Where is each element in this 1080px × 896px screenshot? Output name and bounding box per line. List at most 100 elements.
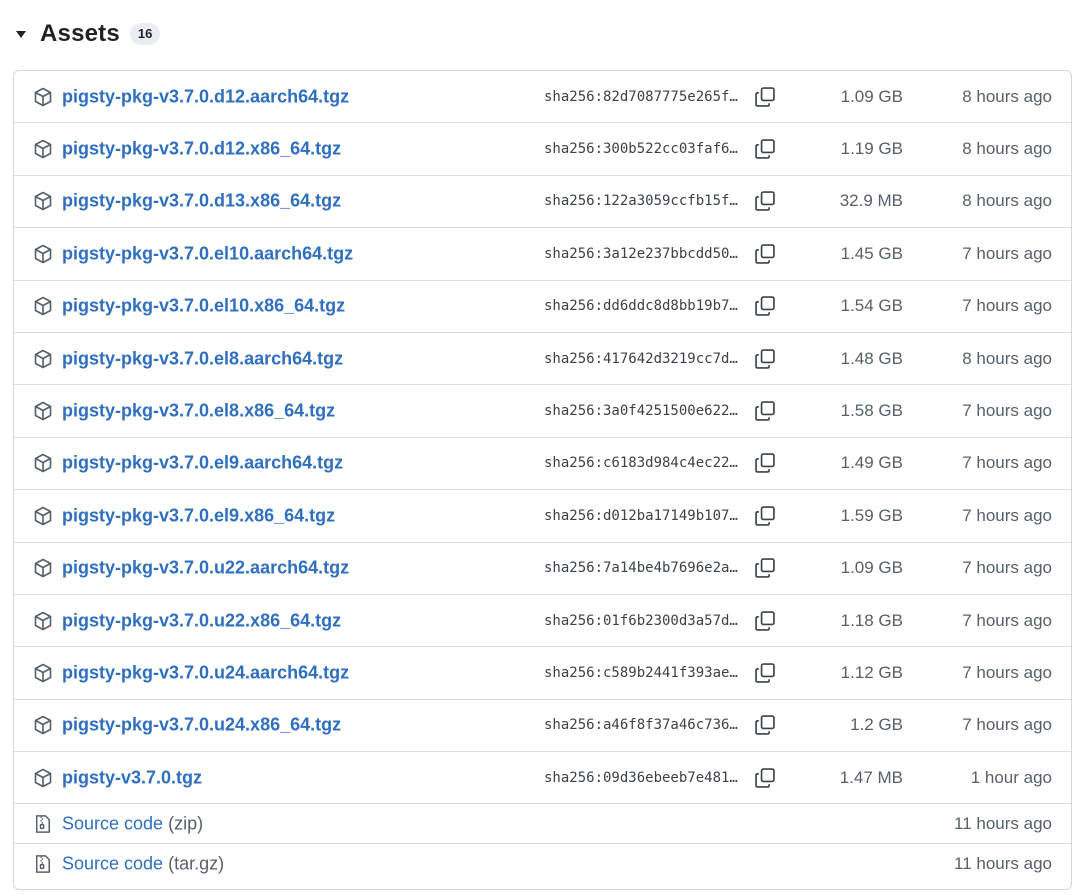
asset-download-link[interactable]: pigsty-v3.7.0.tgz (62, 767, 202, 788)
asset-download-link[interactable]: pigsty-pkg-v3.7.0.d13.x86_64.tgz (62, 191, 341, 212)
asset-sha256: sha256:c6183d984c4ec22… (544, 455, 738, 472)
asset-row: pigsty-pkg-v3.7.0.d13.x86_64.tgz sha256:1… (14, 176, 1071, 229)
asset-row: pigsty-pkg-v3.7.0.d12.x86_64.tgz sha256:3… (14, 123, 1071, 176)
copy-icon[interactable] (754, 767, 776, 789)
asset-sha256: sha256:d012ba17149b107… (544, 507, 738, 524)
package-icon (33, 506, 53, 526)
assets-list: pigsty-pkg-v3.7.0.d12.aarch64.tgz sha256:… (13, 70, 1072, 890)
asset-size: 1.49 GB (840, 453, 903, 473)
source-code-time: 11 hours ago (954, 853, 1052, 873)
source-code-link[interactable]: Source code (zip) (62, 813, 203, 834)
asset-row: pigsty-v3.7.0.tgz sha256:09d36ebeeb7e481…… (14, 752, 1071, 805)
source-code-format: (tar.gz) (168, 853, 225, 874)
copy-icon[interactable] (754, 138, 776, 160)
copy-icon[interactable] (754, 295, 776, 317)
triangle-down-icon[interactable] (12, 25, 30, 43)
asset-sha256: sha256:300b522cc03faf6… (544, 141, 738, 158)
release-assets: Assets 16 pigsty-pkg-v3.7.0.d12.aarch64.… (0, 0, 1080, 896)
asset-row: pigsty-pkg-v3.7.0.u24.x86_64.tgz sha256:a… (14, 700, 1071, 753)
asset-updated-time: 8 hours ago (962, 86, 1052, 106)
asset-updated-time: 7 hours ago (962, 505, 1052, 525)
asset-download-link[interactable]: pigsty-pkg-v3.7.0.u22.aarch64.tgz (62, 558, 349, 579)
asset-download-link[interactable]: pigsty-pkg-v3.7.0.el10.x86_64.tgz (62, 296, 345, 317)
asset-updated-time: 7 hours ago (962, 453, 1052, 473)
asset-row: pigsty-pkg-v3.7.0.el8.x86_64.tgz sha256:3… (14, 385, 1071, 438)
file-zip-icon (33, 814, 53, 834)
package-icon (33, 349, 53, 369)
package-icon (33, 244, 53, 264)
asset-sha256: sha256:01f6b2300d3a57d… (544, 612, 738, 629)
package-icon (33, 296, 53, 316)
asset-size: 1.18 GB (840, 610, 903, 630)
copy-icon[interactable] (754, 243, 776, 265)
asset-updated-time: 8 hours ago (962, 348, 1052, 368)
asset-download-link[interactable]: pigsty-pkg-v3.7.0.u24.x86_64.tgz (62, 715, 341, 736)
asset-row: pigsty-pkg-v3.7.0.el9.x86_64.tgz sha256:d… (14, 490, 1071, 543)
copy-icon[interactable] (754, 505, 776, 527)
asset-download-link[interactable]: pigsty-pkg-v3.7.0.d12.aarch64.tgz (62, 86, 349, 107)
package-icon (33, 558, 53, 578)
copy-icon[interactable] (754, 452, 776, 474)
package-icon (33, 401, 53, 421)
source-code-label: Source code (62, 813, 164, 834)
asset-sha256: sha256:3a12e237bbcdd50… (544, 245, 738, 262)
asset-sha256: sha256:dd6ddc8d8bb19b7… (544, 298, 738, 315)
asset-size: 1.45 GB (840, 243, 903, 263)
copy-icon[interactable] (754, 610, 776, 632)
asset-updated-time: 7 hours ago (962, 715, 1052, 735)
asset-updated-time: 7 hours ago (962, 401, 1052, 421)
package-icon (33, 715, 53, 735)
asset-download-link[interactable]: pigsty-pkg-v3.7.0.el8.aarch64.tgz (62, 348, 343, 369)
copy-icon[interactable] (754, 714, 776, 736)
package-icon (33, 663, 53, 683)
copy-icon[interactable] (754, 190, 776, 212)
asset-sha256: sha256:7a14be4b7696e2a… (544, 560, 738, 577)
asset-size: 1.54 GB (840, 296, 903, 316)
asset-row: pigsty-pkg-v3.7.0.el9.aarch64.tgz sha256:… (14, 438, 1071, 491)
assets-header[interactable]: Assets 16 (12, 16, 161, 52)
asset-updated-time: 8 hours ago (962, 191, 1052, 211)
copy-icon[interactable] (754, 662, 776, 684)
package-icon (33, 768, 53, 788)
asset-size: 1.47 MB (839, 767, 903, 787)
asset-size: 1.58 GB (840, 401, 903, 421)
asset-sha256: sha256:122a3059ccfb15f… (544, 193, 738, 210)
assets-count-badge: 16 (129, 23, 161, 45)
package-icon (33, 191, 53, 211)
package-icon (33, 453, 53, 473)
asset-download-link[interactable]: pigsty-pkg-v3.7.0.el9.aarch64.tgz (62, 453, 343, 474)
asset-size: 1.19 GB (840, 139, 903, 159)
source-code-link[interactable]: Source code (tar.gz) (62, 853, 224, 874)
asset-download-link[interactable]: pigsty-pkg-v3.7.0.el8.x86_64.tgz (62, 401, 335, 422)
asset-download-link[interactable]: pigsty-pkg-v3.7.0.d12.x86_64.tgz (62, 139, 341, 160)
package-icon (33, 87, 53, 107)
asset-size: 32.9 MB (839, 191, 903, 211)
copy-icon[interactable] (754, 557, 776, 579)
asset-row: pigsty-pkg-v3.7.0.u24.aarch64.tgz sha256:… (14, 647, 1071, 700)
source-code-row: Source code (zip) 11 hours ago (14, 804, 1071, 844)
copy-icon[interactable] (754, 348, 776, 370)
asset-sha256: sha256:a46f8f37a46c736… (544, 717, 738, 734)
asset-row: pigsty-pkg-v3.7.0.d12.aarch64.tgz sha256:… (14, 71, 1071, 124)
asset-updated-time: 1 hour ago (970, 767, 1052, 787)
asset-download-link[interactable]: pigsty-pkg-v3.7.0.u22.x86_64.tgz (62, 610, 341, 631)
asset-sha256: sha256:09d36ebeeb7e481… (544, 769, 738, 786)
asset-updated-time: 8 hours ago (962, 139, 1052, 159)
package-icon (33, 611, 53, 631)
asset-updated-time: 7 hours ago (962, 662, 1052, 682)
assets-title: Assets (40, 20, 120, 47)
asset-download-link[interactable]: pigsty-pkg-v3.7.0.el10.aarch64.tgz (62, 243, 353, 264)
asset-size: 1.59 GB (840, 505, 903, 525)
asset-sha256: sha256:3a0f4251500e622… (544, 403, 738, 420)
package-icon (33, 139, 53, 159)
asset-size: 1.12 GB (840, 662, 903, 682)
asset-row: pigsty-pkg-v3.7.0.el8.aarch64.tgz sha256:… (14, 333, 1071, 386)
asset-updated-time: 7 hours ago (962, 296, 1052, 316)
asset-download-link[interactable]: pigsty-pkg-v3.7.0.u24.aarch64.tgz (62, 662, 349, 683)
copy-icon[interactable] (754, 86, 776, 108)
asset-download-link[interactable]: pigsty-pkg-v3.7.0.el9.x86_64.tgz (62, 505, 335, 526)
asset-row: pigsty-pkg-v3.7.0.el10.aarch64.tgz sha256… (14, 228, 1071, 281)
asset-sha256: sha256:82d7087775e265f… (544, 88, 738, 105)
copy-icon[interactable] (754, 400, 776, 422)
file-zip-icon (33, 854, 53, 874)
